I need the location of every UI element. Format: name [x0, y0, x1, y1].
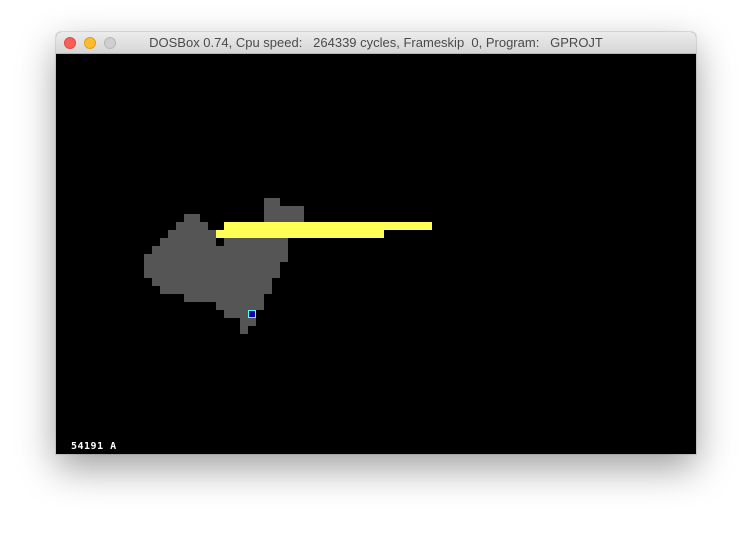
map-cursor: [248, 310, 256, 318]
land-block: [152, 278, 272, 286]
land-block: [144, 254, 288, 262]
land-block: [176, 222, 208, 230]
title-bar[interactable]: DOSBox 0.74, Cpu speed: 264339 cycles, F…: [56, 32, 696, 54]
land-block: [240, 326, 248, 334]
highlight-segments: [216, 222, 432, 238]
land-block: [184, 214, 200, 222]
land-block: [264, 214, 304, 222]
land-block: [216, 302, 264, 310]
dosbox-window: DOSBox 0.74, Cpu speed: 264339 cycles, F…: [56, 32, 696, 454]
land-block: [160, 286, 272, 294]
land-block: [264, 198, 280, 206]
land-block: [184, 294, 264, 302]
map-graphic: [144, 198, 432, 334]
land-block: [168, 230, 216, 238]
window-title: DOSBox 0.74, Cpu speed: 264339 cycles, F…: [149, 35, 603, 50]
highlight-horizontal: [224, 222, 432, 230]
land-block: [152, 246, 288, 254]
land-block: [160, 238, 216, 246]
land-block: [240, 318, 256, 326]
land-block: [264, 206, 304, 214]
dos-screen[interactable]: 54191 A: [56, 54, 696, 454]
status-readout: 54191 A: [71, 441, 117, 452]
land-block: [144, 262, 280, 270]
land-block: [224, 238, 288, 246]
highlight-vertical: [216, 230, 384, 238]
land-shape: [144, 198, 304, 334]
land-block: [144, 270, 280, 278]
